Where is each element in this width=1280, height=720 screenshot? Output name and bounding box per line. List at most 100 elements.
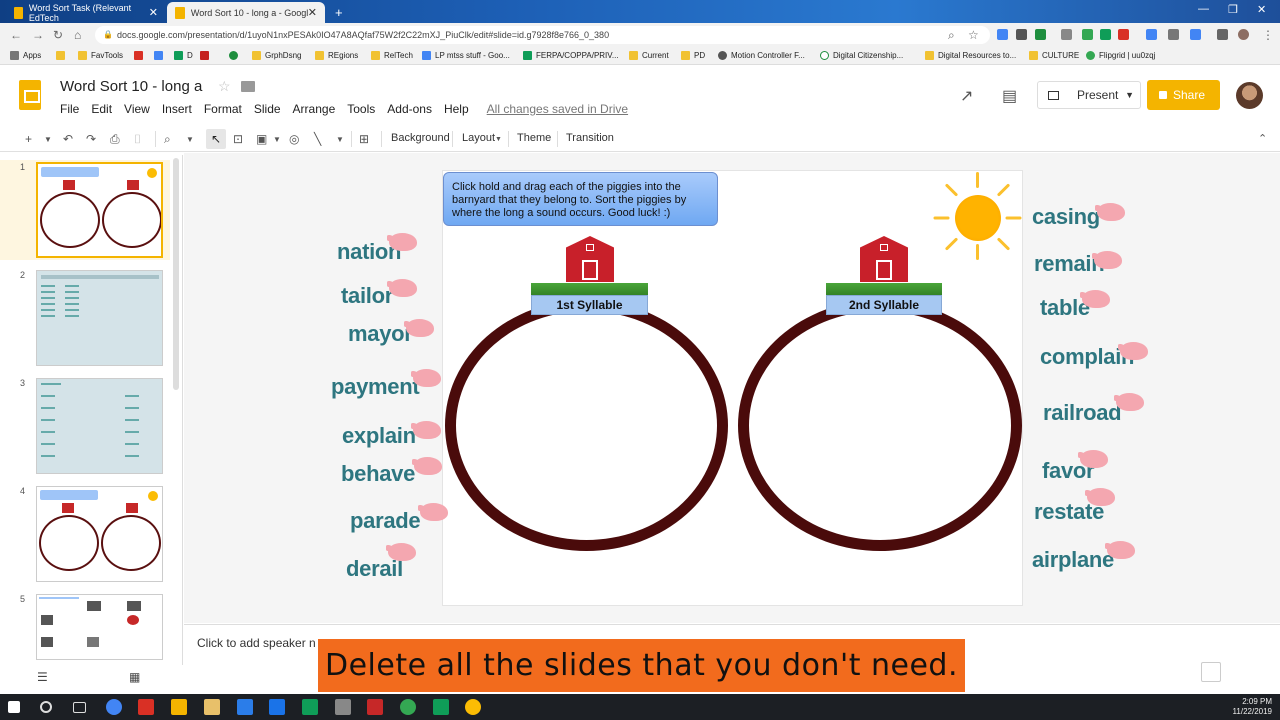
word-piggy-behave[interactable]: behave xyxy=(341,461,415,487)
pig-icon[interactable] xyxy=(411,369,441,387)
menu-tools[interactable]: Tools xyxy=(347,102,375,116)
explore-icon[interactable] xyxy=(1201,662,1221,682)
bookmark-motion-controller[interactable]: Motion Controller F... xyxy=(718,51,805,60)
slides-icon[interactable] xyxy=(171,699,187,715)
menu-format[interactable]: Format xyxy=(204,102,242,116)
background-button[interactable]: Background xyxy=(391,132,450,144)
word-piggy-payment[interactable]: payment xyxy=(331,374,420,400)
word-piggy-tailor[interactable]: tailor xyxy=(341,283,393,309)
redo-icon[interactable]: ↷ xyxy=(86,132,96,146)
extension-icon[interactable] xyxy=(1190,29,1201,40)
print-icon[interactable]: ⎙ xyxy=(110,132,120,147)
pig-icon[interactable] xyxy=(1105,541,1135,559)
transition-button[interactable]: Transition xyxy=(566,132,614,144)
pig-icon[interactable] xyxy=(411,421,441,439)
bookmark-gmail[interactable] xyxy=(134,51,147,60)
word-piggy-explain[interactable]: explain xyxy=(342,423,416,449)
bookmark-grphdsng[interactable]: GrphDsng xyxy=(252,51,301,60)
share-button[interactable]: Share xyxy=(1147,80,1220,110)
menu-view[interactable]: View xyxy=(124,102,150,116)
word-piggy-casing[interactable]: casing xyxy=(1032,204,1100,230)
menu-file[interactable]: File xyxy=(60,102,79,116)
text-box-icon[interactable]: ⊡ xyxy=(233,132,243,146)
bookmark-google[interactable] xyxy=(200,51,213,60)
cast-icon[interactable] xyxy=(1217,29,1228,40)
url-input[interactable]: 🔒 docs.google.com/presentation/d/1uyoN1n… xyxy=(95,26,990,44)
present-button[interactable]: Present ▼ xyxy=(1037,81,1141,109)
document-title[interactable]: Word Sort 10 - long a xyxy=(60,78,202,95)
pig-icon[interactable] xyxy=(387,279,417,297)
forward-icon[interactable]: → xyxy=(32,28,44,42)
paint-format-icon[interactable]: ⌷ xyxy=(134,132,141,147)
move-folder-icon[interactable] xyxy=(241,81,255,92)
pig-icon[interactable] xyxy=(387,233,417,251)
task-view-icon[interactable] xyxy=(73,702,86,713)
restore-icon[interactable]: ❐ xyxy=(1228,3,1238,16)
filmstrip-view-icon[interactable]: ☰ xyxy=(37,670,48,684)
slide-thumbnail-3[interactable] xyxy=(36,378,163,474)
bookmark-calendar[interactable] xyxy=(154,51,167,60)
chevron-down-icon[interactable]: ▼ xyxy=(186,135,194,144)
reload-icon[interactable]: ↻ xyxy=(53,28,63,42)
word-piggy-mayor[interactable]: mayor xyxy=(348,321,413,347)
pig-icon[interactable] xyxy=(1092,251,1122,269)
bookmark-pd[interactable]: PD xyxy=(681,51,705,60)
pig-icon[interactable] xyxy=(1095,203,1125,221)
extension-icon[interactable] xyxy=(1061,29,1072,40)
bookmark-lp-mtss[interactable]: LP mtss stuff - Goo... xyxy=(422,51,510,60)
barn-icon[interactable] xyxy=(566,236,614,282)
pig-icon[interactable] xyxy=(1118,342,1148,360)
menu-slide[interactable]: Slide xyxy=(254,102,281,116)
bookmark-favtools[interactable]: FavTools xyxy=(78,51,123,60)
pig-icon[interactable] xyxy=(386,543,416,561)
extension-icon[interactable] xyxy=(997,29,1008,40)
chevron-down-icon[interactable]: ▼ xyxy=(44,135,52,144)
shape-icon[interactable]: ◎ xyxy=(289,132,299,146)
slide-thumbnail-4[interactable] xyxy=(36,486,163,582)
comments-icon[interactable]: ▤ xyxy=(1002,86,1017,106)
pig-icon[interactable] xyxy=(1114,393,1144,411)
word-piggy-parade[interactable]: parade xyxy=(350,508,421,534)
taskbar-clock[interactable]: 2:09 PM 11/22/2019 xyxy=(1233,697,1272,717)
pig-icon[interactable] xyxy=(1080,290,1110,308)
slide-thumbnail-1[interactable] xyxy=(36,162,163,258)
menu-arrange[interactable]: Arrange xyxy=(293,102,336,116)
activity-trend-icon[interactable]: ↗ xyxy=(960,86,973,106)
bookmark-folder[interactable] xyxy=(56,51,69,60)
profile-icon[interactable] xyxy=(1238,29,1249,40)
pig-icon[interactable] xyxy=(404,319,434,337)
line-icon[interactable]: ╲ xyxy=(314,132,321,146)
windows-start-icon[interactable] xyxy=(8,701,20,713)
extension-icon[interactable] xyxy=(1118,29,1129,40)
menu-addons[interactable]: Add-ons xyxy=(387,102,432,116)
filmstrip-scrollbar[interactable] xyxy=(173,158,179,390)
chevron-down-icon[interactable]: ▼ xyxy=(1125,90,1134,100)
collapse-chevron-icon[interactable]: ⌃ xyxy=(1258,132,1267,145)
extension-icon[interactable] xyxy=(1035,29,1046,40)
word-piggy-airplane[interactable]: airplane xyxy=(1032,547,1114,573)
close-tab-icon[interactable]: ✕ xyxy=(308,6,317,19)
chevron-down-icon[interactable]: ▼ xyxy=(495,136,502,143)
bookmark-star-icon[interactable]: ☆ xyxy=(968,28,979,42)
star-icon[interactable]: ☆ xyxy=(218,78,231,95)
layout-button[interactable]: Layout xyxy=(462,132,495,144)
bookmark-digital-resources[interactable]: Digital Resources to... xyxy=(925,51,1016,60)
slide-thumbnail-5[interactable] xyxy=(36,594,163,660)
extension-icon[interactable] xyxy=(1082,29,1093,40)
bookmark-ferpa[interactable]: FERPA/COPPA/PRIV... xyxy=(523,51,619,60)
back-icon[interactable]: ← xyxy=(10,28,22,42)
avatar[interactable] xyxy=(1236,82,1263,109)
file-explorer-icon[interactable] xyxy=(204,699,220,715)
search-icon[interactable] xyxy=(40,701,52,713)
browser-tab-word-sort-task[interactable]: Word Sort Task (Relevant EdTech ✕ xyxy=(6,2,166,23)
new-tab-button[interactable]: + xyxy=(330,2,350,23)
speaker-notes-input[interactable]: Click to add speaker n xyxy=(197,636,316,650)
bookmark-regions[interactable]: REgions xyxy=(315,51,358,60)
chrome-icon[interactable] xyxy=(400,699,416,715)
pig-icon[interactable] xyxy=(1078,450,1108,468)
theme-button[interactable]: Theme xyxy=(517,132,551,144)
pig-icon[interactable] xyxy=(1085,488,1115,506)
bookmark-drive[interactable]: D xyxy=(174,51,193,60)
sheets-icon[interactable] xyxy=(433,699,449,715)
home-icon[interactable]: ⌂ xyxy=(74,28,81,42)
